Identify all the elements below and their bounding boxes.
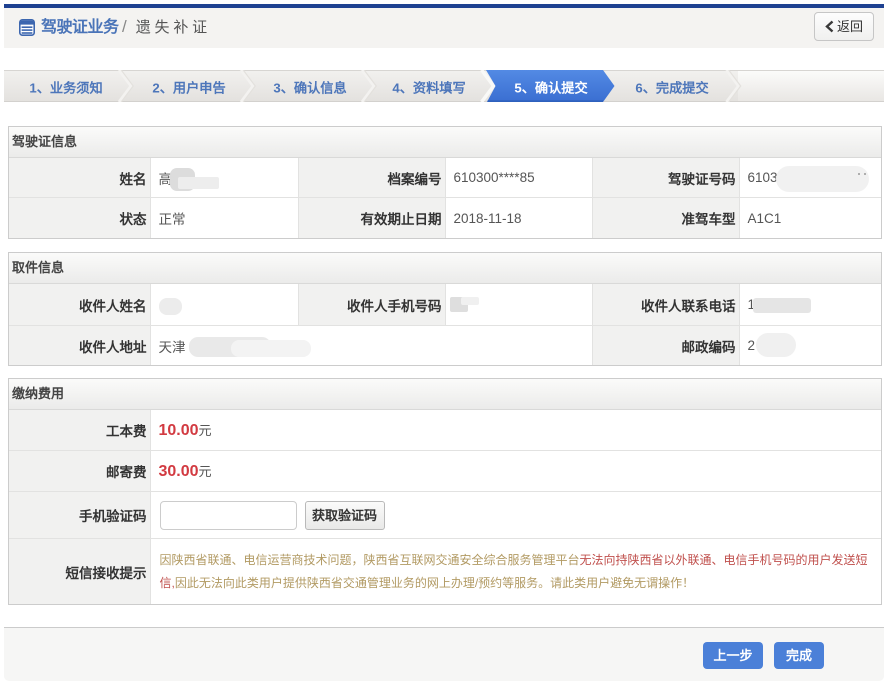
svg-text:1、业务须知: 1、业务须知: [29, 79, 102, 95]
svg-text:5、确认提交: 5、确认提交: [514, 79, 588, 95]
svg-text:2、用户申告: 2、用户申告: [152, 79, 225, 95]
svg-text:6、完成提交: 6、完成提交: [635, 79, 709, 95]
svg-text:3、确认信息: 3、确认信息: [273, 79, 346, 95]
svg-text:4、资料填写: 4、资料填写: [392, 79, 465, 95]
